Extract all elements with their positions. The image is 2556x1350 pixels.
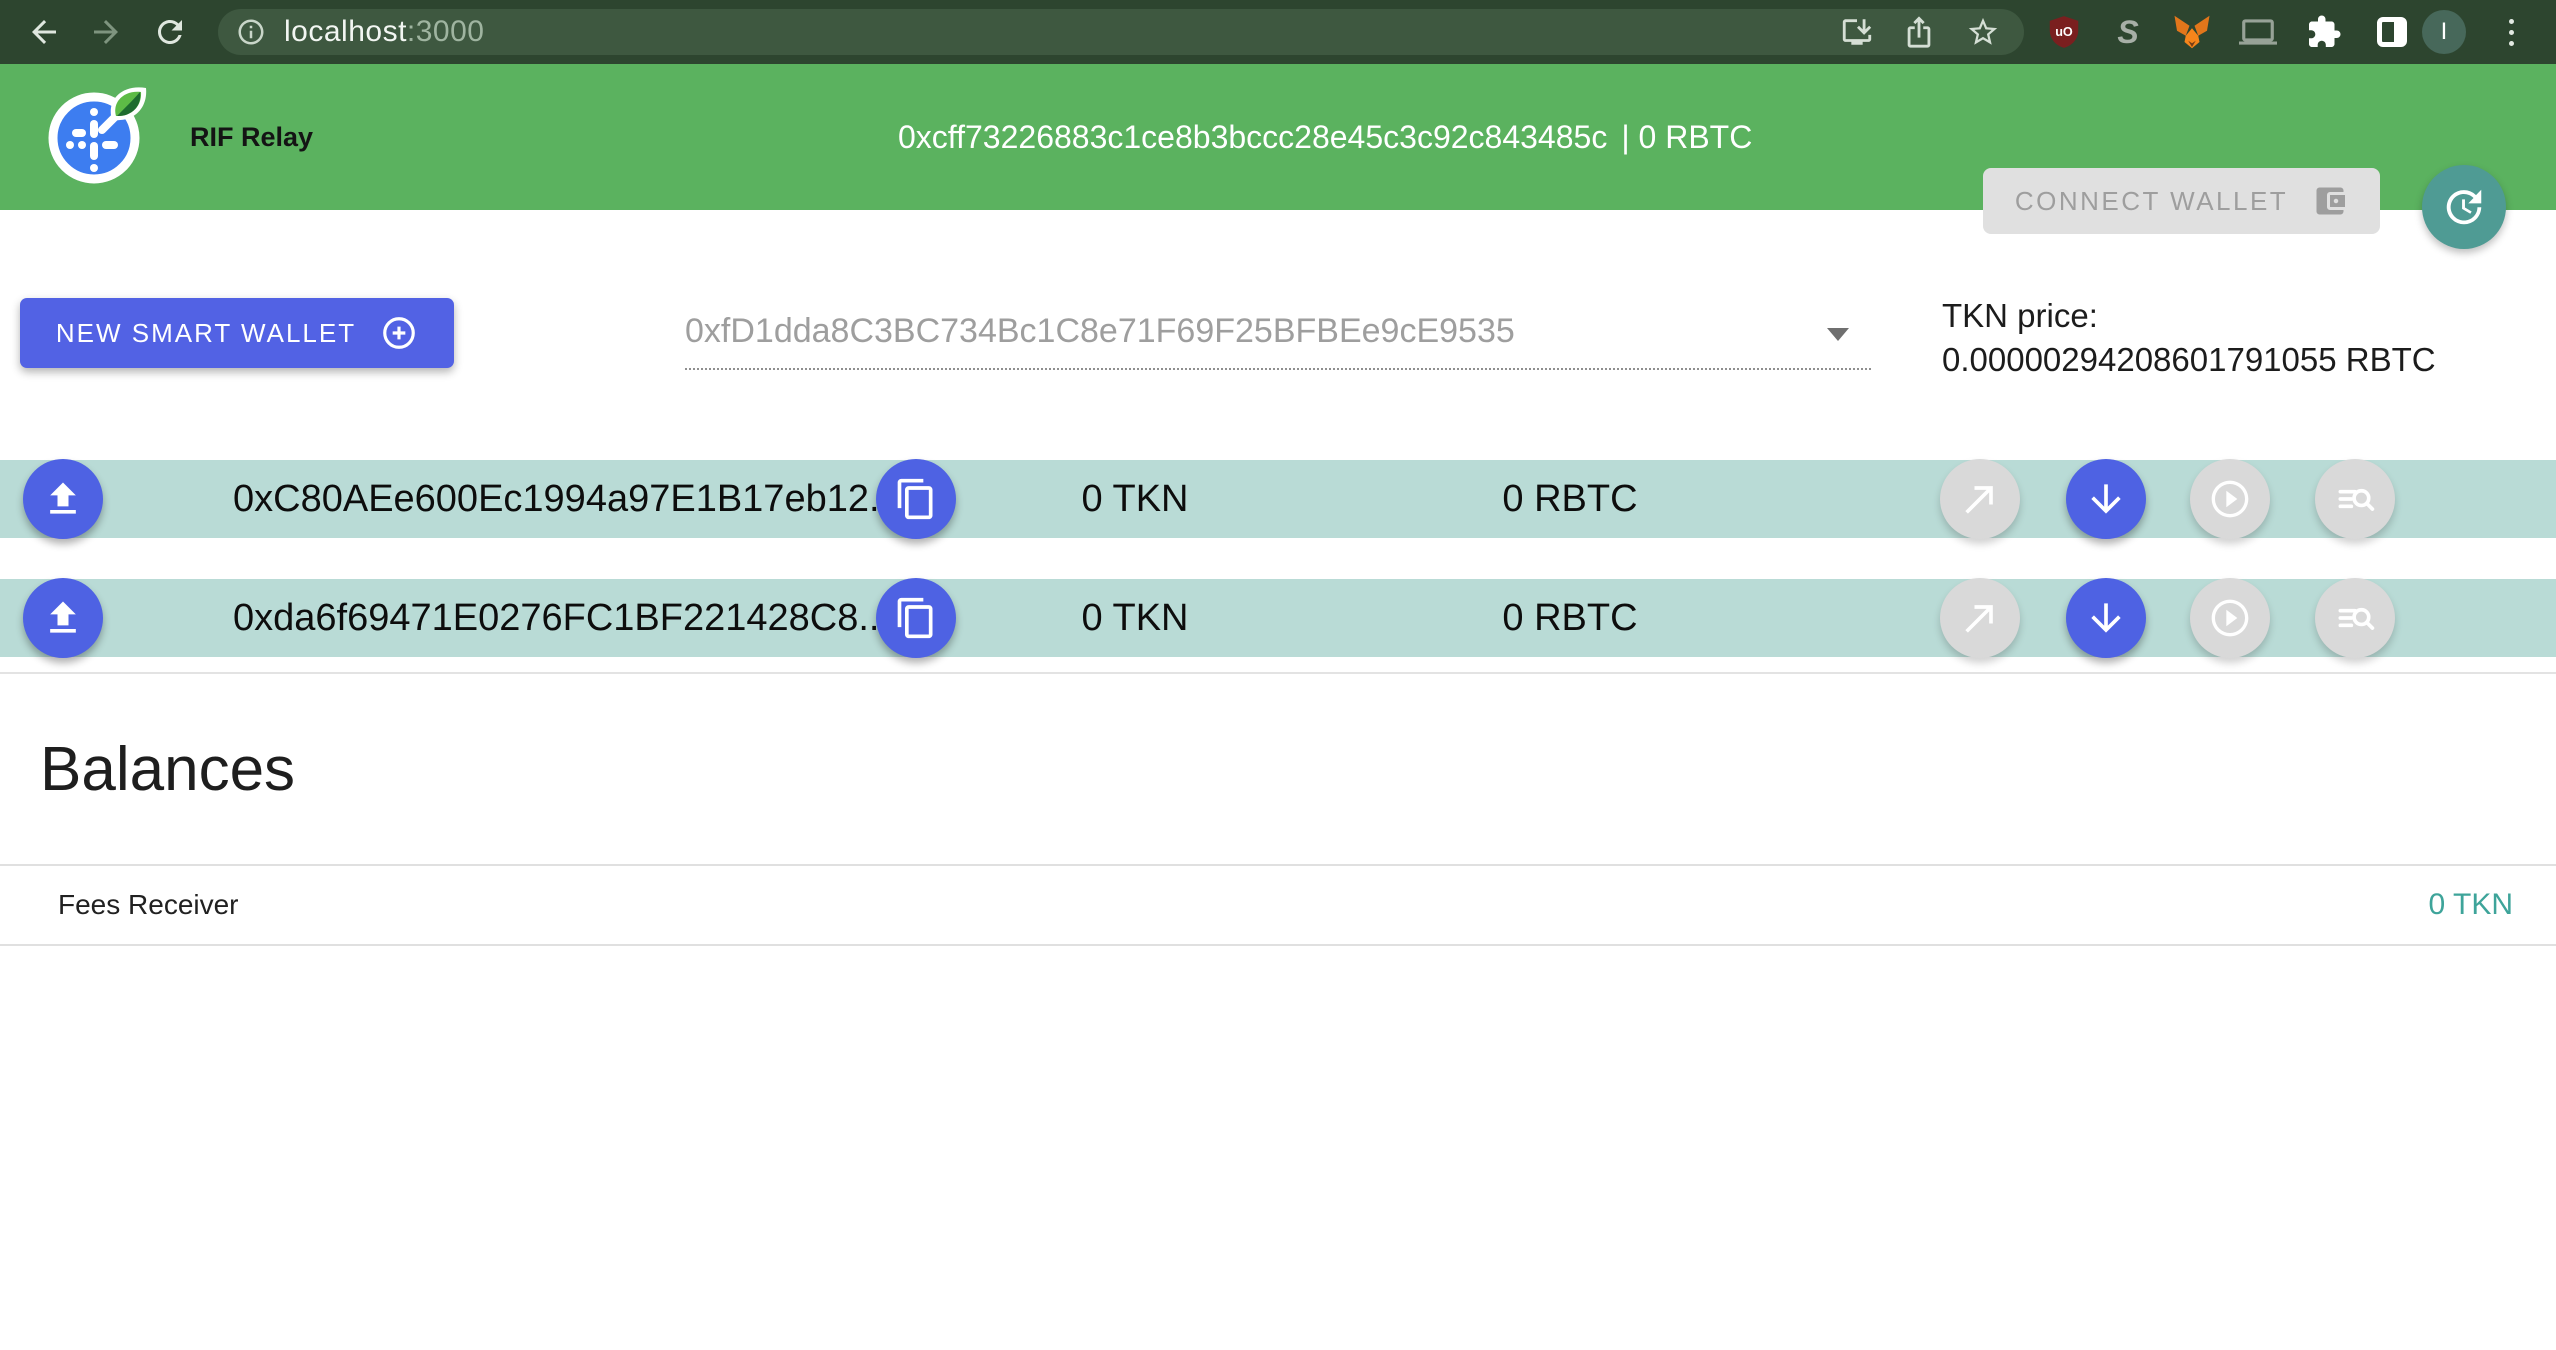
ublock-shield-icon: uO — [2045, 12, 2083, 52]
arrow-down-icon — [2084, 477, 2128, 521]
upload-icon — [41, 596, 85, 640]
connect-wallet-label: CONNECT WALLET — [2015, 186, 2288, 217]
execute-button[interactable] — [2190, 459, 2270, 539]
token-price: TKN price: 0.00000294208601791055 RBTC — [1942, 294, 2542, 382]
back-button[interactable] — [26, 14, 62, 50]
install-app-button[interactable] — [1840, 15, 1874, 49]
new-smart-wallet-button[interactable]: NEW SMART WALLET — [20, 298, 454, 368]
copy-icon — [894, 477, 938, 521]
transfer-button[interactable] — [1940, 459, 2020, 539]
fees-receiver-value: 0 TKN — [2429, 888, 2513, 922]
refresh-balance-button[interactable] — [2422, 165, 2506, 249]
copy-address-button[interactable] — [876, 459, 956, 539]
wallet-rbtc-balance: 0 RBTC — [1460, 579, 1680, 657]
back-icon — [26, 14, 62, 50]
wallet-rbtc-balance: 0 RBTC — [1460, 460, 1680, 538]
token-price-value: 0.00000294208601791055 RBTC — [1942, 338, 2542, 382]
account-summary: 0xcff73226883c1ce8b3bccc28e45c3c92c84348… — [898, 64, 1752, 210]
copy-icon — [894, 596, 938, 640]
play-circle-icon — [2208, 477, 2252, 521]
arrow-up-right-icon — [1958, 477, 2002, 521]
update-icon — [2441, 184, 2487, 230]
extensions-puzzle-icon — [2306, 14, 2342, 50]
chevron-down-icon — [1827, 328, 1849, 341]
site-info-icon[interactable] — [236, 17, 266, 47]
browser-menu-button[interactable] — [2502, 14, 2520, 50]
browser-toolbar: localhost:3000 uO S — [0, 0, 2556, 64]
arrow-up-right-icon — [1958, 596, 2002, 640]
metamask-fox-icon — [2172, 12, 2212, 52]
wallet-icon — [2312, 183, 2348, 219]
receive-button[interactable] — [2066, 578, 2146, 658]
token-select-value: 0xfD1dda8C3BC734Bc1C8e71F69F25BFBEe9cE95… — [685, 312, 1515, 351]
select-underline — [685, 368, 1871, 370]
side-panel-button[interactable] — [2372, 12, 2412, 52]
execute-button[interactable] — [2190, 578, 2270, 658]
new-smart-wallet-label: NEW SMART WALLET — [56, 318, 356, 349]
inspect-transactions-button[interactable] — [2315, 459, 2395, 539]
wallet-tkn-balance: 0 TKN — [1025, 579, 1245, 657]
screen: localhost:3000 uO S — [0, 0, 2556, 1350]
wallet-address: 0xC80AEe600Ec1994a97E1B17eb12... — [233, 460, 901, 538]
deploy-wallet-button[interactable] — [23, 578, 103, 658]
transfer-button[interactable] — [1940, 578, 2020, 658]
receive-button[interactable] — [2066, 459, 2146, 539]
upload-icon — [41, 477, 85, 521]
app-title: RIF Relay — [190, 64, 313, 210]
smart-wallet-row: 0xC80AEe600Ec1994a97E1B17eb12... 0 TKN 0… — [0, 460, 2556, 538]
forward-icon — [88, 14, 124, 50]
token-select[interactable]: 0xfD1dda8C3BC734Bc1C8e71F69F25BFBEe9cE95… — [685, 300, 1871, 370]
url-host: localhost — [284, 15, 407, 49]
search-list-icon — [2333, 477, 2377, 521]
metamask-extension-button[interactable] — [2172, 12, 2212, 52]
ublock-label: uO — [2055, 25, 2073, 39]
search-list-icon — [2333, 596, 2377, 640]
play-circle-icon — [2208, 596, 2252, 640]
account-balance: | 0 RBTC — [1621, 119, 1752, 156]
vpn-extension-button[interactable]: S — [2108, 12, 2148, 52]
bookmark-star-icon — [1966, 15, 2000, 49]
token-price-label: TKN price: — [1942, 294, 2542, 338]
url-text: localhost:3000 — [284, 9, 484, 55]
fees-receiver-label: Fees Receiver — [58, 889, 239, 921]
connect-wallet-button[interactable]: CONNECT WALLET — [1983, 168, 2380, 234]
balances-title: Balances — [40, 734, 295, 805]
share-button[interactable] — [1902, 15, 1936, 49]
profile-avatar[interactable]: I — [2422, 10, 2466, 54]
screen-extension-button[interactable] — [2238, 12, 2278, 52]
wallet-tkn-balance: 0 TKN — [1025, 460, 1245, 538]
plus-circle-icon — [380, 314, 418, 352]
deploy-wallet-button[interactable] — [23, 459, 103, 539]
forward-button[interactable] — [88, 14, 124, 50]
section-divider — [0, 672, 2556, 674]
extensions-button[interactable] — [2304, 12, 2344, 52]
install-icon — [1840, 15, 1874, 49]
side-panel-icon — [2377, 17, 2407, 47]
account-address: 0xcff73226883c1ce8b3bccc28e45c3c92c84348… — [898, 119, 1607, 156]
rif-relay-logo — [44, 80, 154, 195]
s-extension-icon: S — [2117, 14, 2138, 51]
laptop-icon — [2239, 13, 2277, 51]
reload-button[interactable] — [152, 14, 188, 50]
copy-address-button[interactable] — [876, 578, 956, 658]
share-icon — [1902, 15, 1936, 49]
inspect-transactions-button[interactable] — [2315, 578, 2395, 658]
ublock-extension-button[interactable]: uO — [2044, 12, 2084, 52]
smart-wallet-row: 0xda6f69471E0276FC1BF221428C8... 0 TKN 0… — [0, 579, 2556, 657]
wallet-address: 0xda6f69471E0276FC1BF221428C8... — [233, 579, 890, 657]
arrow-down-icon — [2084, 596, 2128, 640]
reload-icon — [152, 14, 188, 50]
bookmark-button[interactable] — [1966, 15, 2000, 49]
balances-table-row: Fees Receiver 0 TKN — [0, 864, 2556, 946]
url-port: :3000 — [407, 15, 485, 49]
url-bar[interactable]: localhost:3000 — [218, 9, 2024, 55]
app-header: RIF Relay 0xcff73226883c1ce8b3bccc28e45c… — [0, 64, 2556, 210]
